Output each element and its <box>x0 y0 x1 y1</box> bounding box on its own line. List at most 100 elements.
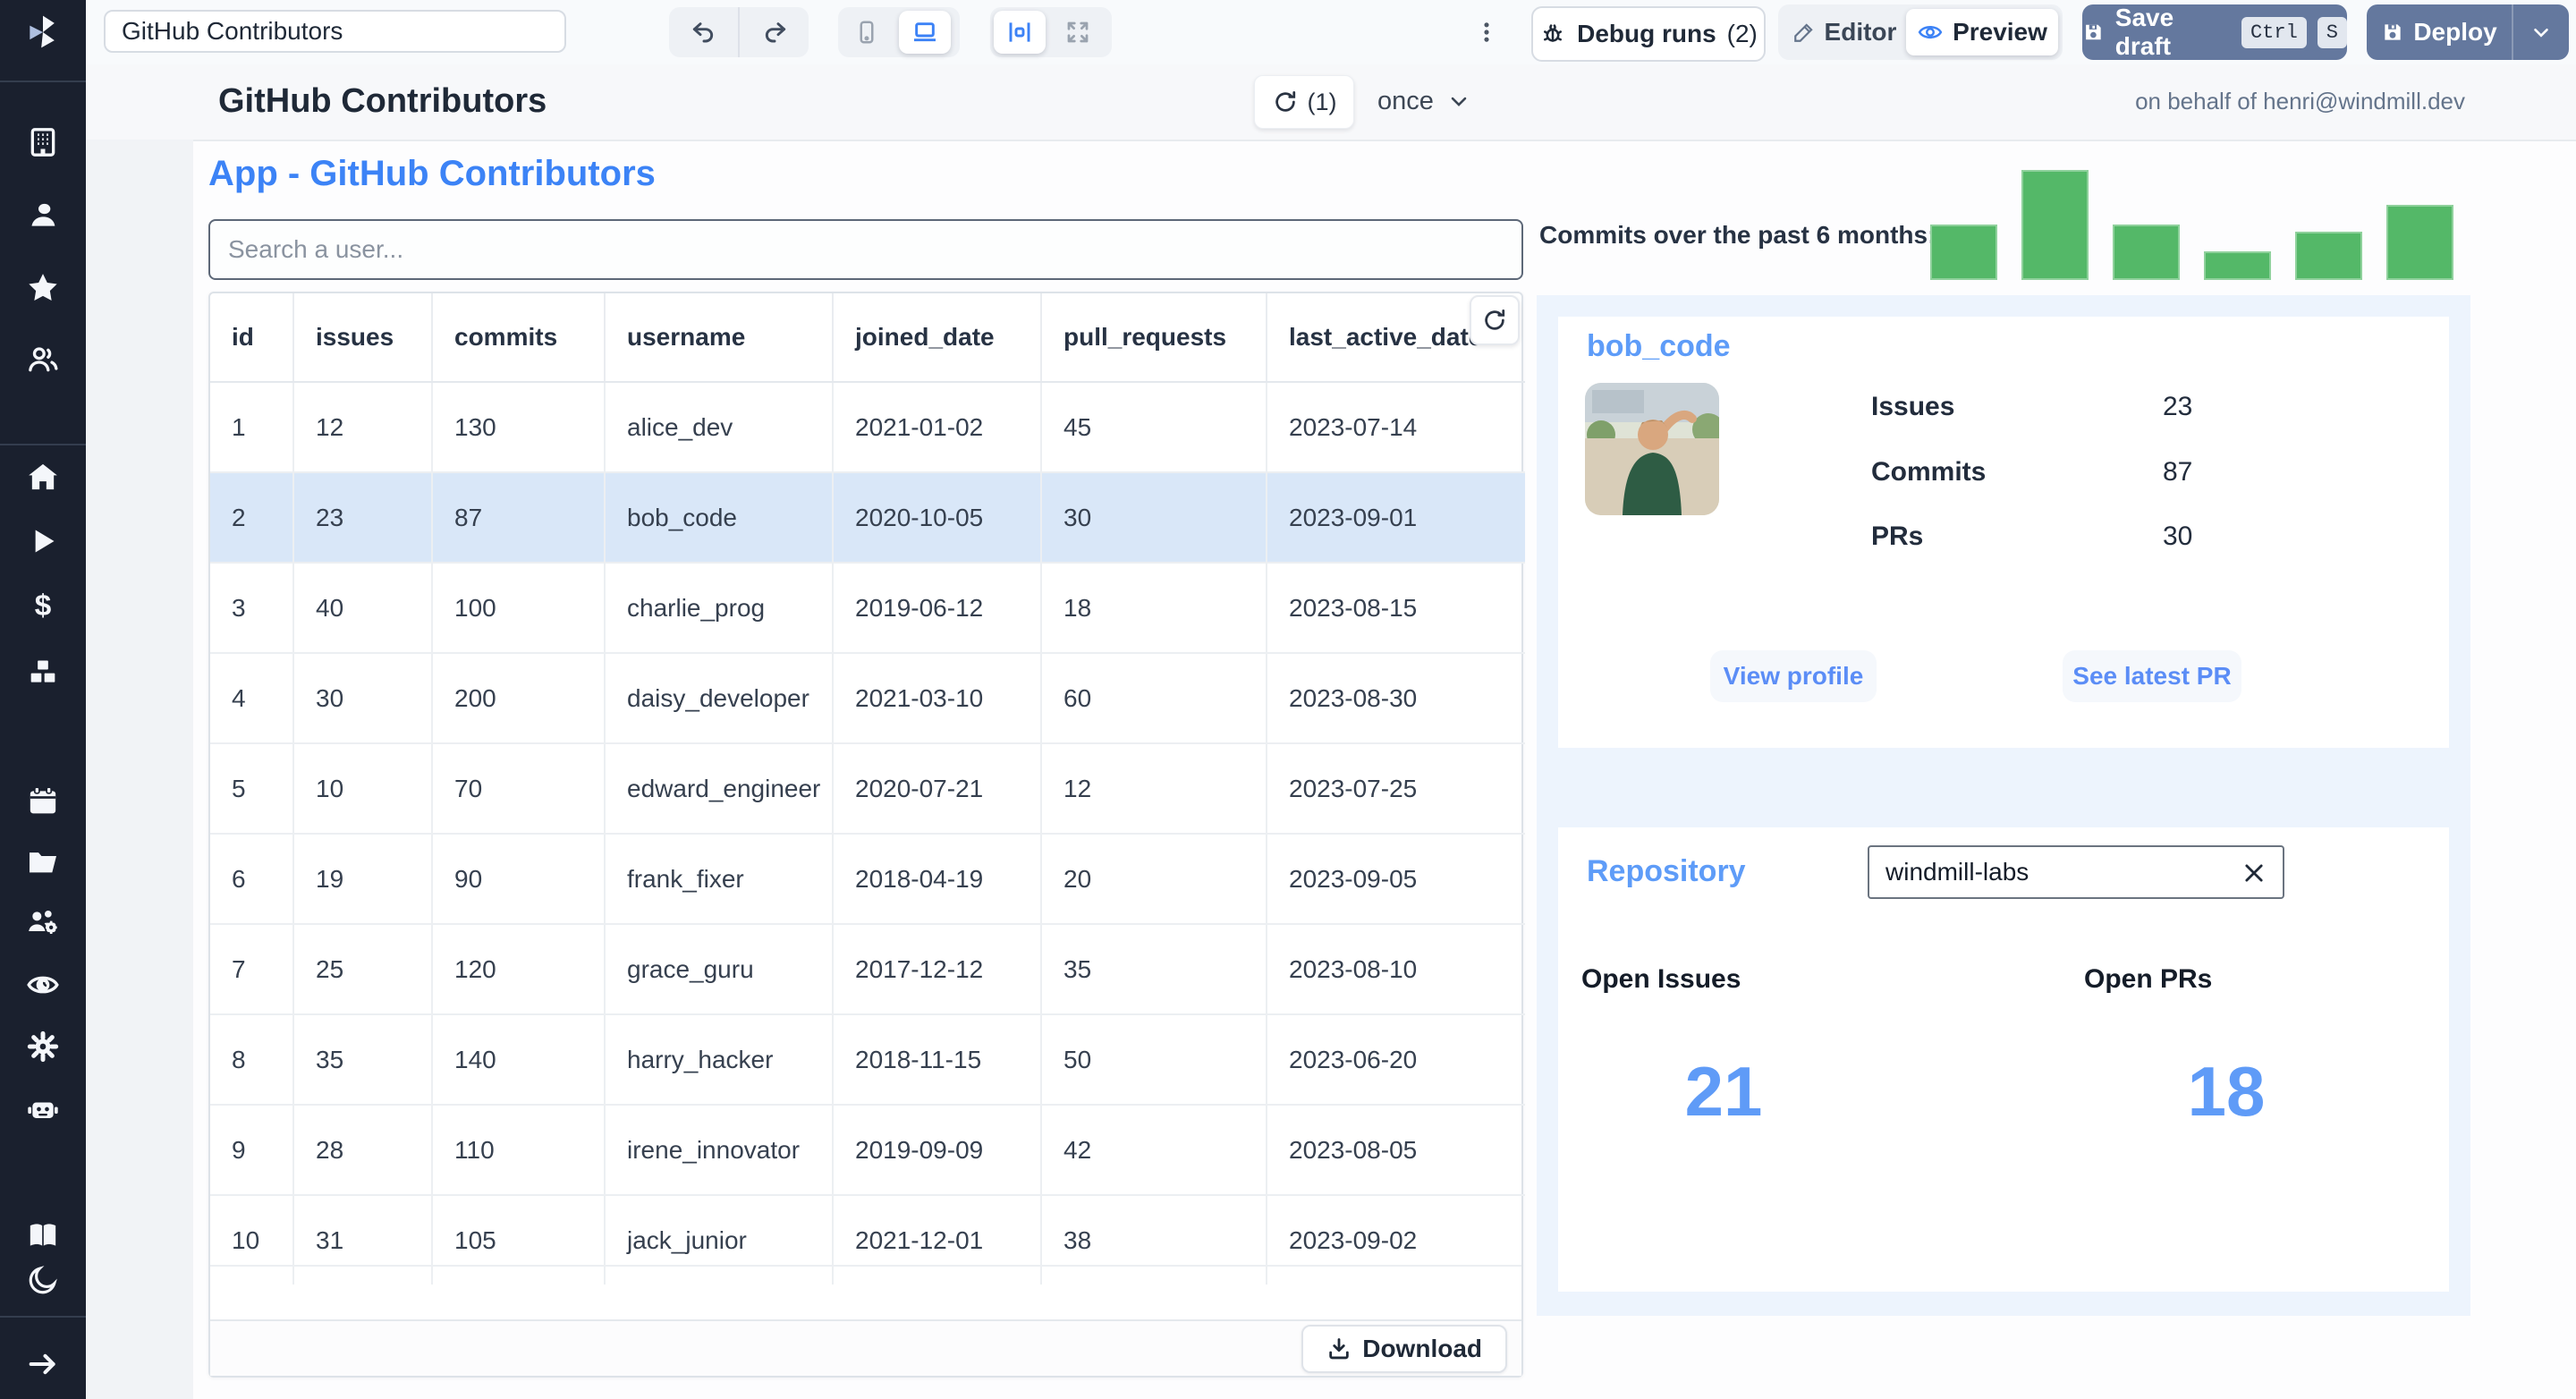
table-cell: 140 <box>432 1013 606 1105</box>
commit-bar-5 <box>2295 232 2362 280</box>
download-label: Download <box>1362 1334 1482 1362</box>
app-heading: App - GitHub Contributors <box>208 154 656 193</box>
robot-icon[interactable] <box>23 1090 63 1129</box>
table-footer: Download <box>210 1319 1521 1376</box>
see-latest-pr-button[interactable]: See latest PR <box>2063 650 2241 702</box>
app-title-input[interactable] <box>104 10 566 53</box>
calendar-icon[interactable] <box>23 782 63 821</box>
windmill-logo[interactable] <box>23 13 63 52</box>
home-icon[interactable] <box>23 457 63 496</box>
schedule-dropdown[interactable]: once <box>1377 75 1471 127</box>
clear-input-button[interactable] <box>2238 857 2270 889</box>
table-cell: 28 <box>293 1104 433 1195</box>
search-input[interactable] <box>208 219 1523 280</box>
table-cell: 2023-08-05 <box>1267 1104 1525 1195</box>
table-cell: 23 <box>293 471 433 563</box>
mobile-view-toggle[interactable] <box>838 7 895 57</box>
play-icon[interactable] <box>23 521 63 561</box>
pencil-icon <box>1793 23 1813 42</box>
table-cell: 9 <box>210 1104 294 1195</box>
eye-icon[interactable] <box>23 965 63 1005</box>
editor-tab[interactable]: Editor <box>1783 18 1906 47</box>
table-cell: 2023-06-20 <box>1267 1013 1525 1105</box>
table-cell: 3 <box>210 562 294 653</box>
contributors-table: id issues commits username joined_date pull_r… <box>208 292 1525 1378</box>
table-row[interactable]: 8 35 140 harry_hacker 2018-11-15 50 2023-06-20 <box>210 1013 1525 1105</box>
table-cell: 2023-08-10 <box>1267 923 1525 1014</box>
debug-runs-count: (2) <box>1726 20 1758 47</box>
kbd-s: S <box>2317 16 2347 48</box>
download-icon <box>1329 1337 1349 1359</box>
arrow-right-icon[interactable] <box>23 1344 63 1384</box>
user-avatar <box>1585 383 1719 515</box>
right-panel: bob_code Issues 23 Commits 87 PRs 30 Vie… <box>1537 295 2470 1316</box>
table-cell: edward_engineer <box>605 742 834 834</box>
table-row[interactable]: 7 25 120 grace_guru 2017-12-12 35 2023-08-10 <box>210 923 1525 1014</box>
undo-button[interactable] <box>669 7 740 57</box>
table-cell: 50 <box>1041 1013 1267 1105</box>
app-refresh-button[interactable]: (1) <box>1254 75 1354 129</box>
table-cell: 2020-10-05 <box>833 471 1042 563</box>
table-refresh-button[interactable] <box>1470 295 1520 345</box>
folder-icon[interactable] <box>23 843 63 882</box>
editor-label: Editor <box>1824 18 1897 46</box>
table-row[interactable]: 1 12 130 alice_dev 2021-01-02 45 2023-07-14 <box>210 381 1525 472</box>
table-cell: grace_guru <box>605 923 834 1014</box>
column-header-pull_requests: pull_requests <box>1041 293 1267 383</box>
commits-bar-chart <box>1930 170 2463 280</box>
stat-prs-label: PRs <box>1871 521 1924 551</box>
book-icon[interactable] <box>23 1216 63 1255</box>
user-cog-icon[interactable] <box>23 903 63 942</box>
svg-text:$: $ <box>35 589 52 623</box>
table-cell: 2 <box>210 471 294 563</box>
repository-input[interactable] <box>1868 845 2284 899</box>
star-icon[interactable] <box>23 268 63 308</box>
table-cell: 30 <box>1041 471 1267 563</box>
table-row[interactable]: 2 23 87 bob_code 2020-10-05 30 2023-09-01 <box>210 471 1525 563</box>
dollar-icon[interactable]: $ <box>23 586 63 625</box>
kbd-ctrl: Ctrl <box>2241 16 2307 48</box>
table-cell: 8 <box>210 1013 294 1105</box>
column-header-id: id <box>210 293 294 383</box>
more-menu-kebab-icon[interactable] <box>1467 13 1506 52</box>
user-group-icon[interactable] <box>23 340 63 379</box>
commits-chart-label: Commits over the past 6 months: <box>1539 221 1936 249</box>
building-icon[interactable] <box>23 123 63 162</box>
table-row[interactable]: 6 19 90 frank_fixer 2018-04-19 20 2023-09-05 <box>210 833 1525 924</box>
packages-icon[interactable] <box>23 652 63 691</box>
desktop-view-toggle[interactable] <box>899 11 951 54</box>
user-icon[interactable] <box>23 196 63 235</box>
table-row[interactable]: 4 30 200 daisy_developer 2021-03-10 60 2023-08… <box>210 652 1525 743</box>
eye-icon <box>1918 25 1943 39</box>
sidebar-divider <box>0 81 86 82</box>
redo-button[interactable] <box>740 7 809 57</box>
deploy-dropdown-button[interactable] <box>2513 4 2569 60</box>
table-cell: bob_code <box>605 471 834 563</box>
deploy-button[interactable]: Deploy <box>2367 4 2512 60</box>
debug-runs-button[interactable]: Debug runs (2) <box>1531 6 1766 62</box>
table-header-row: id issues commits username joined_date pull_r… <box>210 293 1525 383</box>
center-width-toggle[interactable] <box>994 11 1046 54</box>
settings-gear-icon[interactable] <box>23 1027 63 1066</box>
table-row[interactable]: 5 10 70 edward_engineer 2020-07-21 12 2023-07-… <box>210 742 1525 834</box>
preview-tab[interactable]: Preview <box>1906 9 2058 55</box>
table-cell: 30 <box>293 652 433 743</box>
save-draft-button[interactable]: Save draft Ctrl S <box>2082 4 2347 60</box>
save-icon <box>2086 24 2101 40</box>
sidebar-divider <box>0 444 86 445</box>
table-row[interactable]: 3 40 100 charlie_prog 2019-06-12 18 2023-08-15 <box>210 562 1525 653</box>
stat-commits-value: 87 <box>2163 457 2193 487</box>
moon-icon[interactable] <box>23 1260 63 1300</box>
download-button[interactable]: Download <box>1301 1324 1507 1373</box>
table-cell: 2023-07-25 <box>1267 742 1525 834</box>
table-cell: 2020-07-21 <box>833 742 1042 834</box>
refresh-icon <box>1275 91 1295 112</box>
view-profile-button[interactable]: View profile <box>1710 650 1877 702</box>
canvas-gutter <box>86 140 193 1399</box>
open-prs-label: Open PRs <box>2084 964 2213 994</box>
top-toolbar: Debug runs (2) Editor Preview Sa <box>86 0 2576 66</box>
fullscreen-toggle[interactable] <box>1049 7 1106 57</box>
preview-label: Preview <box>1953 18 2047 46</box>
table-row[interactable]: 9 28 110 irene_innovator 2019-09-09 42 2023-08… <box>210 1104 1525 1195</box>
open-issues-value: 21 <box>1684 1052 1763 1131</box>
